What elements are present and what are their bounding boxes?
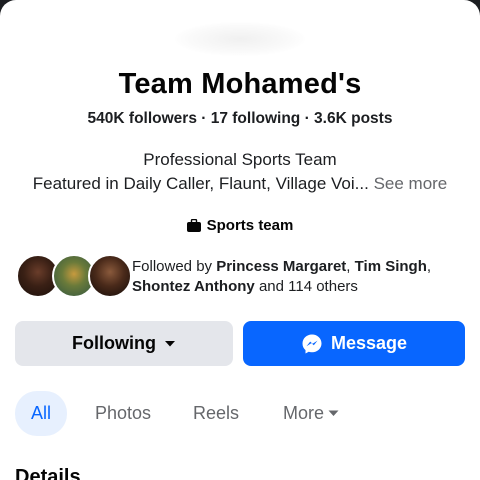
avatar — [88, 254, 132, 298]
follower-name-1[interactable]: Princess Margaret — [216, 258, 346, 275]
profile-card: Team Mohamed's 540K followers · 17 follo… — [0, 0, 480, 480]
profile-tabs: All Photos Reels More — [15, 391, 465, 436]
page-stats[interactable]: 540K followers · 17 following · 3.6K pos… — [0, 110, 480, 128]
tab-all[interactable]: All — [15, 391, 67, 436]
page-description-line-2: Featured in Daily Caller, Flaunt, Villag… — [0, 174, 480, 194]
message-button[interactable]: Message — [243, 321, 465, 366]
profile-photo-shadow — [175, 22, 305, 56]
caret-down-icon — [164, 340, 175, 346]
tab-photos[interactable]: Photos — [85, 391, 161, 436]
page-description-line-1: Professional Sports Team — [143, 150, 337, 169]
followed-by-text: Followed by Princess Margaret, Tim Singh… — [132, 258, 432, 295]
briefcase-icon — [186, 219, 201, 232]
details-heading: Details — [15, 466, 81, 480]
following-button[interactable]: Following — [15, 321, 233, 366]
follower-name-2[interactable]: Tim Singh — [355, 258, 427, 275]
page-category-label: Sports team — [206, 217, 294, 234]
see-more-link[interactable]: See more — [374, 174, 448, 193]
caret-down-icon — [328, 410, 339, 416]
page-category: Sports team — [0, 217, 480, 234]
tab-more-label: More — [282, 403, 324, 423]
tab-reels[interactable]: Reels — [185, 391, 247, 436]
followed-by[interactable]: Followed by Princess Margaret, Tim Singh… — [16, 254, 476, 298]
page-title: Team Mohamed's — [118, 68, 362, 100]
mutual-followers-avatars — [16, 254, 132, 298]
following-label: Following — [72, 333, 156, 353]
page-description-text: Featured in Daily Caller, Flaunt, Villag… — [32, 174, 369, 193]
message-label: Message — [330, 333, 408, 353]
messenger-icon — [302, 334, 322, 353]
tab-more[interactable]: More — [275, 391, 347, 436]
follower-name-3[interactable]: Shontez Anthony — [132, 278, 255, 295]
